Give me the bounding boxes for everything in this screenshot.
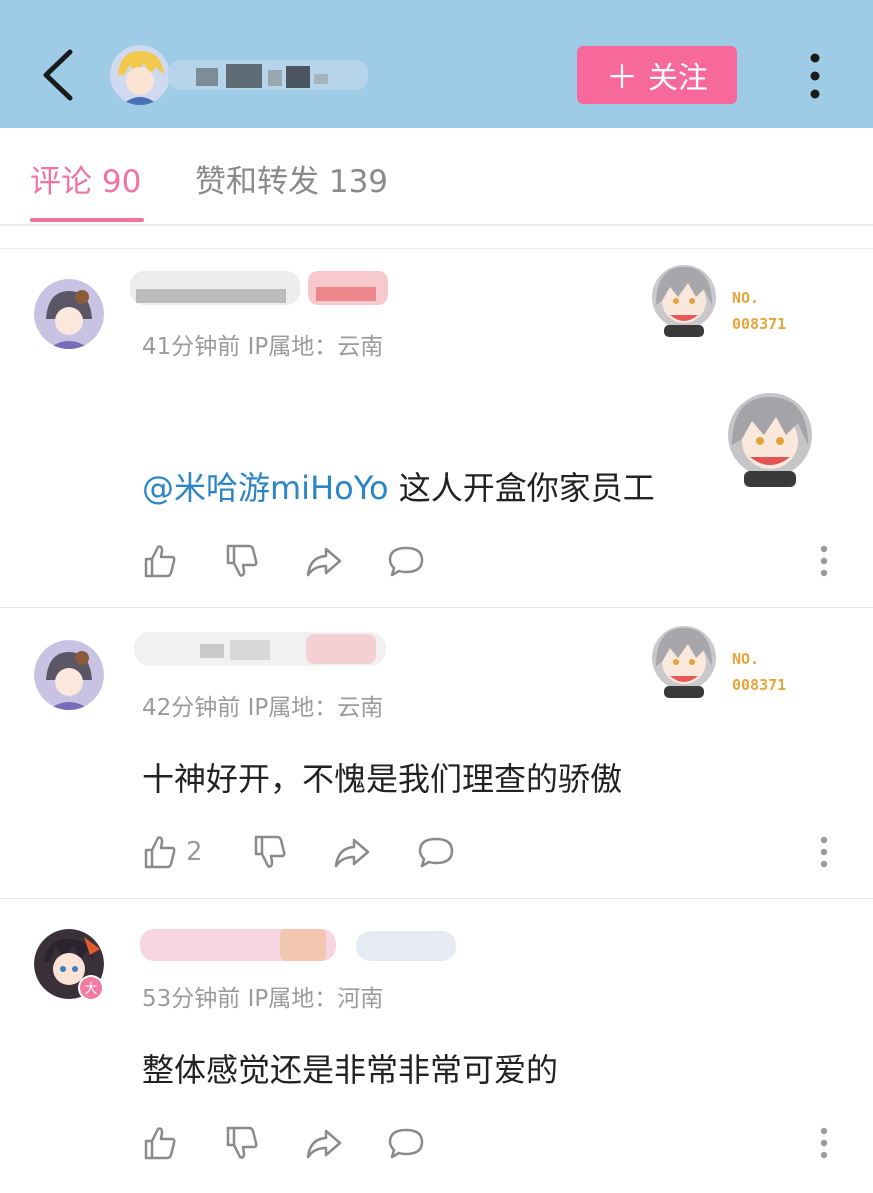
reply-button[interactable]	[386, 539, 426, 583]
svg-text:大: 大	[84, 982, 97, 997]
fan-badge: NO. 008371	[648, 622, 808, 702]
comment-item: 42分钟前 IP属地：云南 NO. 008371 十神好开，不愧是我们理查的骄傲…	[0, 608, 873, 899]
comment-item: 大 53分钟前 IP属地：河南 整体感觉还是非常非常可爱的	[0, 899, 873, 1193]
like-button[interactable]	[140, 1121, 186, 1165]
back-arrow-icon[interactable]	[30, 40, 90, 110]
active-tab-indicator	[30, 218, 144, 222]
more-vertical-icon[interactable]	[812, 541, 836, 581]
tab-bar: 评论 90 赞和转发 139	[0, 128, 873, 226]
comment-icon	[418, 837, 454, 868]
comment-meta: 53分钟前 IP属地：河南	[142, 986, 384, 1012]
more-vertical-icon[interactable]	[800, 48, 830, 104]
user-avatar[interactable]	[110, 45, 170, 105]
like-icon	[144, 545, 176, 578]
comment-text: @米哈游miHoYo 这人开盒你家员工	[142, 463, 655, 509]
badge-no-label: NO.	[732, 289, 760, 307]
like-button[interactable]: 2	[140, 830, 203, 874]
badge-no-label: NO.	[732, 650, 760, 668]
like-count: 2	[186, 837, 203, 867]
comment-item: 41分钟前 IP属地：云南 NO. 008371 @米哈游miHoYo 这人开盒	[0, 249, 873, 608]
top-bar: ＋ 关注	[0, 0, 873, 128]
follow-label: 关注	[648, 61, 708, 96]
comment-body: 整体感觉还是非常非常可爱的	[142, 1051, 559, 1089]
share-icon	[334, 838, 370, 868]
reply-button[interactable]	[386, 1121, 426, 1165]
fan-badge: NO. 008371	[648, 261, 808, 341]
share-icon	[306, 547, 342, 577]
tab-likes-reposts[interactable]: 赞和转发 139	[195, 156, 388, 201]
comment-icon	[388, 1128, 424, 1159]
username-blurred	[168, 52, 368, 96]
commenter-name-blurred	[130, 267, 390, 309]
dislike-button[interactable]	[222, 1121, 262, 1165]
like-icon	[144, 836, 176, 869]
chibi-badge-icon	[652, 626, 716, 698]
commenter-name-blurred	[130, 628, 390, 670]
like-button[interactable]	[140, 539, 186, 583]
comment-actions	[140, 539, 440, 583]
commenter-avatar[interactable]	[34, 640, 104, 710]
commenter-name-blurred	[130, 923, 460, 965]
like-icon	[144, 1127, 176, 1160]
more-vertical-icon[interactable]	[812, 832, 836, 872]
dislike-icon	[226, 1126, 258, 1159]
comment-body: 十神好开，不愧是我们理查的骄傲	[142, 760, 623, 798]
share-icon	[306, 1129, 342, 1159]
badge-number: 008371	[732, 676, 787, 694]
plus-icon: ＋	[605, 58, 638, 96]
tab-comments[interactable]: 评论 90	[30, 156, 141, 201]
share-button[interactable]	[304, 539, 344, 583]
divider	[0, 226, 873, 249]
chibi-badge-icon	[652, 265, 716, 337]
comment-icon	[388, 546, 424, 577]
comment-body: 这人开盒你家员工	[388, 469, 655, 507]
comment-meta: 42分钟前 IP属地：云南	[142, 695, 384, 721]
mention-link[interactable]: @米哈游miHoYo	[142, 469, 389, 507]
comment-meta: 41分钟前 IP属地：云南	[142, 334, 384, 360]
sticker-image	[720, 389, 824, 493]
follow-button[interactable]: ＋ 关注	[577, 46, 737, 104]
dislike-icon	[226, 544, 258, 577]
reply-button[interactable]	[416, 830, 456, 874]
comment-actions	[140, 1121, 440, 1165]
dislike-button[interactable]	[250, 830, 290, 874]
comment-actions: 2	[140, 830, 470, 874]
share-button[interactable]	[332, 830, 372, 874]
dislike-icon	[254, 835, 286, 868]
level-badge-icon: 大	[78, 975, 104, 1001]
commenter-avatar[interactable]	[34, 279, 104, 349]
dislike-button[interactable]	[222, 539, 262, 583]
badge-number: 008371	[732, 315, 787, 333]
share-button[interactable]	[304, 1121, 344, 1165]
more-vertical-icon[interactable]	[812, 1123, 836, 1163]
